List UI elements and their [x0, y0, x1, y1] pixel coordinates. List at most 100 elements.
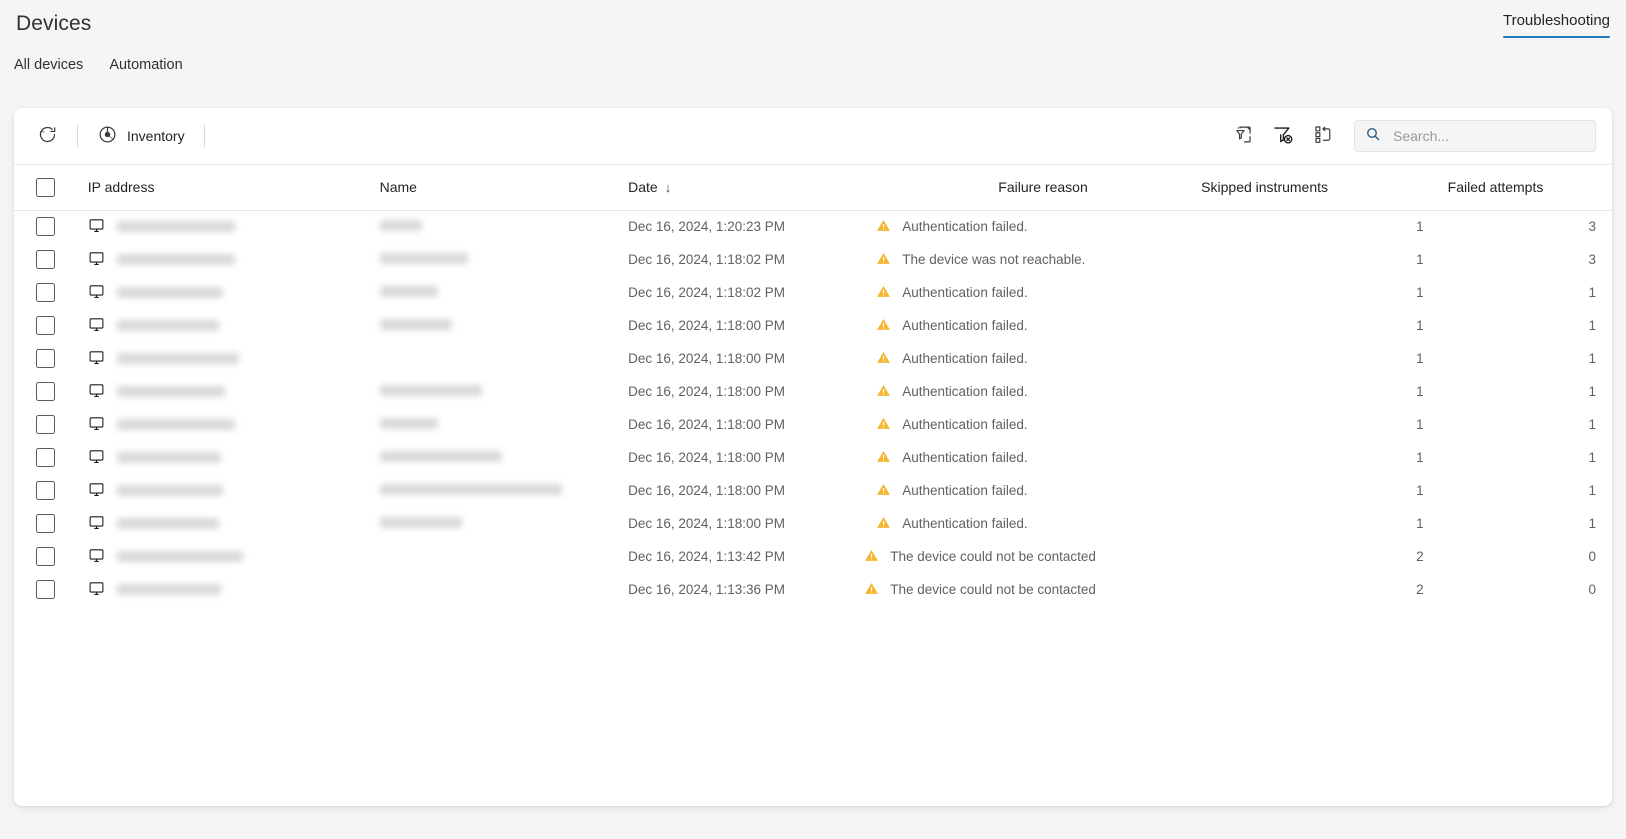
table-row[interactable]: Dec 16, 2024, 1:18:00 PMAuthentication f…	[14, 309, 1612, 342]
redacted-name	[380, 286, 438, 297]
failure-reason-text: The device could not be contacted	[890, 549, 1096, 564]
column-header-ip-address[interactable]: IP address	[82, 165, 380, 210]
row-failure-reason-cell: Authentication failed.	[862, 507, 1201, 540]
search-box[interactable]	[1354, 120, 1596, 152]
row-select-cell[interactable]	[14, 342, 82, 375]
table-row[interactable]: Dec 16, 2024, 1:13:42 PMThe device could…	[14, 540, 1612, 573]
filter-report-button[interactable]	[1226, 119, 1260, 153]
row-select-cell[interactable]	[14, 408, 82, 441]
warning-triangle-icon	[864, 548, 879, 566]
row-date-cell: Dec 16, 2024, 1:18:00 PM	[628, 507, 862, 540]
row-select-cell[interactable]	[14, 276, 82, 309]
table-row[interactable]: Dec 16, 2024, 1:18:00 PMAuthentication f…	[14, 507, 1612, 540]
row-skipped-instruments-cell: 1	[1201, 441, 1447, 474]
row-name-cell	[380, 540, 629, 573]
row-select-cell[interactable]	[14, 243, 82, 276]
refresh-button[interactable]	[28, 119, 67, 153]
row-checkbox[interactable]	[36, 580, 55, 599]
row-select-cell[interactable]	[14, 507, 82, 540]
row-checkbox[interactable]	[36, 217, 55, 236]
column-header-failure-reason[interactable]: Failure reason	[862, 165, 1201, 210]
row-name-cell	[380, 309, 629, 342]
row-ip-cell	[82, 342, 380, 375]
row-date-cell: Dec 16, 2024, 1:18:00 PM	[628, 309, 862, 342]
search-icon	[1365, 126, 1381, 147]
nav-tab-all-devices[interactable]: All devices	[14, 57, 83, 76]
row-name-cell	[380, 507, 629, 540]
inventory-scan-icon	[97, 124, 118, 148]
row-checkbox[interactable]	[36, 448, 55, 467]
column-header-select[interactable]	[14, 165, 82, 210]
row-checkbox[interactable]	[36, 250, 55, 269]
column-header-name[interactable]: Name	[380, 165, 629, 210]
row-checkbox[interactable]	[36, 514, 55, 533]
column-label-name: Name	[380, 179, 417, 195]
row-checkbox[interactable]	[36, 415, 55, 434]
table-row[interactable]: Dec 16, 2024, 1:20:23 PMAuthentication f…	[14, 210, 1612, 243]
row-ip-cell	[82, 309, 380, 342]
row-failed-attempts-cell: 1	[1448, 507, 1612, 540]
redacted-name	[380, 220, 422, 231]
redacted-ip-address	[117, 386, 225, 397]
row-failure-reason-cell: Authentication failed.	[862, 375, 1201, 408]
redacted-ip-address	[117, 485, 223, 496]
row-ip-cell	[82, 210, 380, 243]
row-select-cell[interactable]	[14, 441, 82, 474]
table-row[interactable]: Dec 16, 2024, 1:18:02 PMThe device was n…	[14, 243, 1612, 276]
tab-troubleshooting[interactable]: Troubleshooting	[1503, 12, 1610, 38]
column-label-ip-address: IP address	[82, 179, 155, 195]
column-header-skipped-instruments[interactable]: Skipped instruments	[1201, 165, 1447, 210]
failure-reason-text: Authentication failed.	[902, 417, 1027, 432]
sort-descending-icon: ↓	[665, 180, 672, 195]
inventory-button[interactable]: Inventory	[88, 119, 194, 153]
row-failed-attempts-cell: 0	[1448, 540, 1612, 573]
row-failure-reason-cell: Authentication failed.	[862, 342, 1201, 375]
group-columns-button[interactable]	[1306, 119, 1340, 153]
table-row[interactable]: Dec 16, 2024, 1:18:00 PMAuthentication f…	[14, 408, 1612, 441]
row-select-cell[interactable]	[14, 474, 82, 507]
table-row[interactable]: Dec 16, 2024, 1:18:02 PMAuthentication f…	[14, 276, 1612, 309]
row-select-cell[interactable]	[14, 210, 82, 243]
monitor-icon	[88, 415, 105, 435]
monitor-icon	[88, 316, 105, 336]
row-name-cell	[380, 276, 629, 309]
devices-table: IP address Name Date↓ Failure reason Ski…	[14, 165, 1612, 606]
row-select-cell[interactable]	[14, 540, 82, 573]
row-checkbox[interactable]	[36, 283, 55, 302]
table-row[interactable]: Dec 16, 2024, 1:18:00 PMAuthentication f…	[14, 342, 1612, 375]
column-header-date[interactable]: Date↓	[628, 165, 862, 210]
table-row[interactable]: Dec 16, 2024, 1:13:36 PMThe device could…	[14, 573, 1612, 606]
row-failed-attempts-cell: 1	[1448, 309, 1612, 342]
row-name-cell	[380, 573, 629, 606]
warning-triangle-icon	[864, 581, 879, 599]
redacted-name	[380, 319, 452, 330]
row-ip-cell	[82, 243, 380, 276]
row-select-cell[interactable]	[14, 375, 82, 408]
nav-tab-automation[interactable]: Automation	[109, 57, 182, 76]
row-ip-cell	[82, 540, 380, 573]
select-all-checkbox[interactable]	[36, 178, 55, 197]
row-checkbox[interactable]	[36, 382, 55, 401]
row-failed-attempts-cell: 3	[1448, 243, 1612, 276]
row-ip-cell	[82, 573, 380, 606]
column-header-failed-attempts[interactable]: Failed attempts	[1448, 165, 1612, 210]
row-checkbox[interactable]	[36, 349, 55, 368]
row-checkbox[interactable]	[36, 547, 55, 566]
row-checkbox[interactable]	[36, 481, 55, 500]
row-select-cell[interactable]	[14, 573, 82, 606]
refresh-icon	[37, 124, 58, 148]
failure-reason-text: The device was not reachable.	[902, 252, 1085, 267]
redacted-ip-address	[117, 419, 235, 430]
table-row[interactable]: Dec 16, 2024, 1:18:00 PMAuthentication f…	[14, 441, 1612, 474]
row-select-cell[interactable]	[14, 309, 82, 342]
search-input[interactable]	[1391, 127, 1585, 145]
clear-filter-button[interactable]	[1266, 119, 1300, 153]
warning-triangle-icon	[876, 515, 891, 533]
monitor-icon	[88, 580, 105, 600]
row-failure-reason-cell: Authentication failed.	[862, 276, 1201, 309]
table-toolbar: Inventory	[14, 108, 1612, 165]
table-row[interactable]: Dec 16, 2024, 1:18:00 PMAuthentication f…	[14, 474, 1612, 507]
table-row[interactable]: Dec 16, 2024, 1:18:00 PMAuthentication f…	[14, 375, 1612, 408]
row-checkbox[interactable]	[36, 316, 55, 335]
column-label-failed-attempts: Failed attempts	[1448, 179, 1544, 195]
